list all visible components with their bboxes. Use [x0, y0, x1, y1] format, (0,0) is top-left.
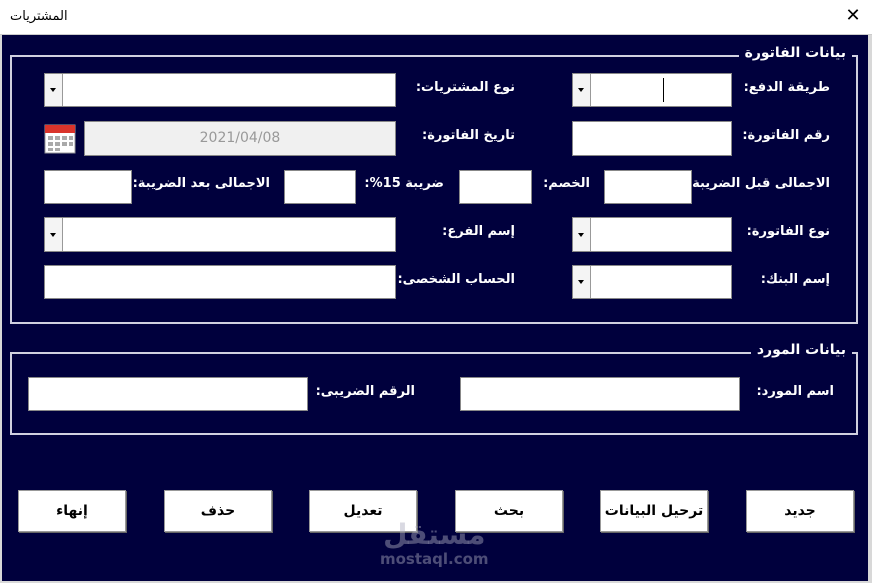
invoice-number-label: رقم الفاتورة: [742, 128, 830, 143]
personal-account-label: الحساب الشخصى: [397, 272, 515, 287]
purchase-type-combobox[interactable] [44, 73, 396, 107]
purchase-type-label: نوع المشتريات: [415, 80, 515, 95]
total-before-tax-input[interactable] [604, 170, 692, 204]
post-data-button[interactable]: ترحيل البيانات [600, 490, 708, 532]
personal-account-input[interactable] [44, 265, 396, 299]
discount-input[interactable] [459, 170, 532, 204]
chevron-down-icon[interactable] [573, 74, 591, 106]
invoice-group-legend: بيانات الفاتورة [738, 45, 852, 61]
supplier-group-legend: بيانات المورد [750, 342, 852, 358]
purchases-form: بيانات الفاتورة طريقة الدفع: نوع المشتري… [2, 35, 868, 581]
tax-label: ضريبة 15%: [364, 176, 444, 191]
calendar-icon[interactable] [44, 122, 76, 154]
watermark-arabic: مستقل [383, 518, 486, 551]
discount-label: الخصم: [543, 176, 590, 191]
branch-name-label: إسم الفرع: [442, 224, 515, 239]
bank-name-label: إسم البنك: [760, 272, 830, 287]
payment-method-combobox[interactable] [572, 73, 732, 107]
exit-button[interactable]: إنهاء [18, 490, 126, 532]
invoice-type-label: نوع الفاتورة: [746, 224, 830, 239]
total-after-tax-input[interactable] [44, 170, 132, 204]
supplier-name-label: اسم المورد: [756, 384, 834, 399]
payment-method-label: طريقة الدفع: [743, 80, 830, 95]
tax-number-input[interactable] [28, 377, 308, 411]
invoice-number-input[interactable] [572, 121, 732, 156]
delete-button[interactable]: حذف [164, 490, 272, 532]
branch-name-combobox[interactable] [44, 217, 396, 252]
close-icon[interactable]: ✕ [842, 5, 864, 26]
window-title: المشتريات [10, 9, 68, 24]
supplier-name-input[interactable] [460, 377, 740, 411]
invoice-type-combobox[interactable] [572, 217, 732, 252]
new-button[interactable]: جديد [746, 490, 854, 532]
chevron-down-icon[interactable] [45, 218, 63, 251]
watermark-latin: mostaql.com [380, 550, 489, 568]
bank-name-combobox[interactable] [572, 265, 732, 299]
tax-number-label: الرقم الضريبى: [315, 384, 415, 399]
total-after-tax-label: الاجمالى بعد الضريبة: [132, 176, 270, 191]
title-bar: المشتريات ✕ [0, 0, 872, 35]
invoice-date-label: تاريخ الفاتورة: [422, 128, 515, 143]
tax-input[interactable] [284, 170, 356, 204]
text-cursor [663, 78, 664, 102]
invoice-date-input[interactable]: 2021/04/08 [84, 121, 396, 156]
total-before-tax-label: الاجمالى قبل الضريبة: [686, 176, 830, 191]
chevron-down-icon[interactable] [573, 266, 591, 298]
chevron-down-icon[interactable] [573, 218, 591, 251]
chevron-down-icon[interactable] [45, 74, 63, 106]
watermark-logo: مستقل mostaql.com [380, 518, 489, 569]
